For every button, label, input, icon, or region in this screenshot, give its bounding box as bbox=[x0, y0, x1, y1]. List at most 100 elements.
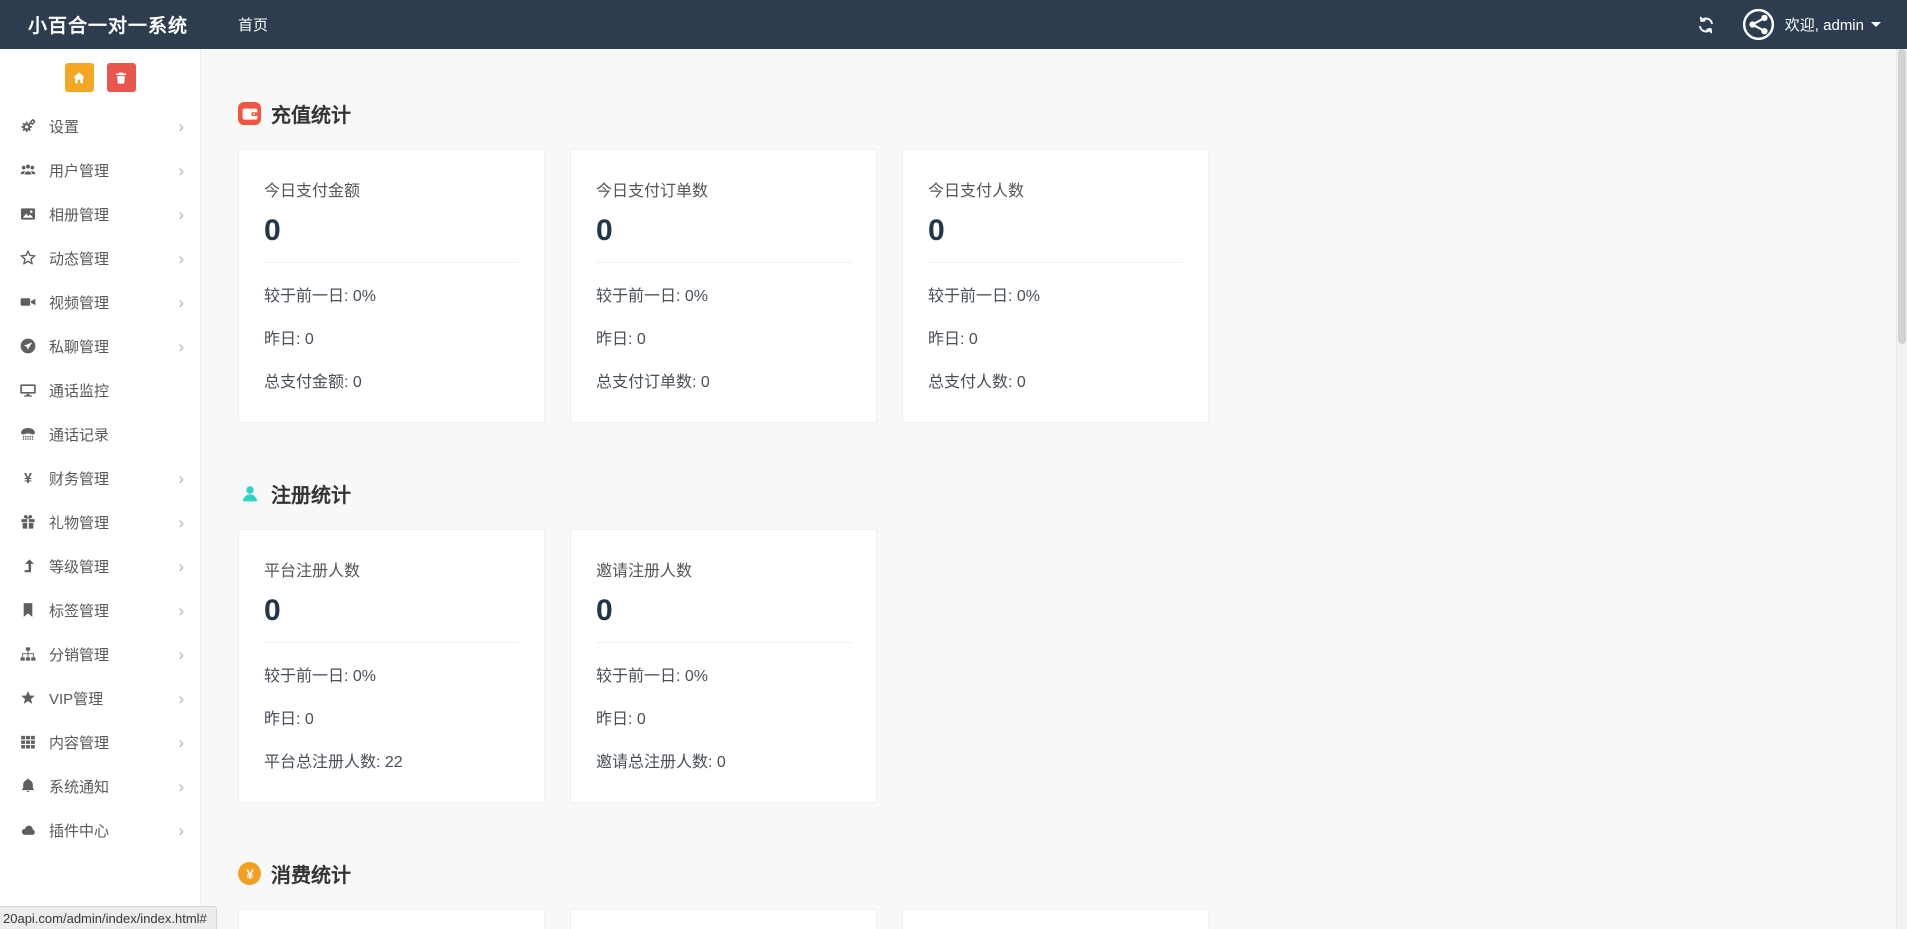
cloud-icon bbox=[19, 821, 37, 839]
stat-label: 今日支付订单数 bbox=[596, 183, 709, 200]
chevron-right-icon: › bbox=[178, 468, 184, 488]
topbar: 小百合一对一系统 首页 欢迎, admin bbox=[0, 0, 1907, 49]
stat-card: 今日支付订单数 0 较于前一日: 0% 昨日: 0 总支付订单数: 0 bbox=[570, 149, 877, 423]
divider bbox=[596, 262, 851, 263]
gift-icon bbox=[19, 513, 37, 531]
yen-icon bbox=[19, 469, 37, 487]
section-header: 充值统计 bbox=[238, 99, 1907, 128]
divider bbox=[264, 262, 519, 263]
chevron-right-icon: › bbox=[178, 600, 184, 620]
chevron-right-icon: › bbox=[178, 248, 184, 268]
sidebar-actions bbox=[0, 49, 200, 98]
users-icon bbox=[19, 161, 37, 179]
avatar[interactable] bbox=[1742, 8, 1775, 41]
refresh-icon[interactable] bbox=[1696, 15, 1716, 35]
stat-row: 邀请总注册人数: 0 bbox=[596, 754, 726, 771]
chevron-right-icon: › bbox=[178, 116, 184, 136]
sidebar-item-user-management[interactable]: 用户管理 › bbox=[0, 148, 200, 192]
stat-row: 平台总注册人数: 22 bbox=[264, 754, 403, 771]
section-title: 消费统计 bbox=[271, 865, 351, 887]
stat-row: 昨日: 0 bbox=[596, 331, 646, 348]
stat-card: 邀请注册人数 0 较于前一日: 0% 昨日: 0 邀请总注册人数: 0 bbox=[570, 529, 877, 803]
sidebar-item-gift-management[interactable]: 礼物管理 › bbox=[0, 500, 200, 544]
sidebar-item-label: 礼物管理 bbox=[49, 514, 110, 532]
stat-row: 昨日: 0 bbox=[928, 331, 978, 348]
stat-row: 总支付金额: 0 bbox=[264, 374, 362, 391]
sidebar-item-label: 财务管理 bbox=[49, 470, 110, 488]
send-icon bbox=[19, 337, 37, 355]
trash-icon bbox=[113, 70, 129, 86]
section-recharge-stats: 充值统计今日支付金额 0 较于前一日: 0% 昨日: 0 总支付金额: 0 今日支付订单数… bbox=[238, 99, 1907, 423]
welcome-text: 欢迎, admin bbox=[1784, 17, 1864, 34]
sidebar-item-finance-management[interactable]: 财务管理 › bbox=[0, 456, 200, 500]
image-icon bbox=[19, 205, 37, 223]
status-url: 20api.com/admin/index/index.html# bbox=[3, 911, 207, 926]
stat-row: 昨日: 0 bbox=[264, 711, 314, 728]
sidebar-item-label: 通话监控 bbox=[49, 382, 110, 400]
gears-icon bbox=[19, 117, 37, 135]
divider bbox=[264, 642, 519, 643]
home-button[interactable] bbox=[64, 63, 94, 92]
sidebar-item-label: 私聊管理 bbox=[49, 338, 110, 356]
sidebar-item-call-monitor[interactable]: 通话监控 bbox=[0, 368, 200, 412]
sidebar-item-label: 设置 bbox=[49, 118, 80, 136]
topbar-right: 欢迎, admin bbox=[1696, 8, 1907, 41]
bookmark-icon bbox=[19, 601, 37, 619]
sidebar-item-private-chat-management[interactable]: 私聊管理 › bbox=[0, 324, 200, 368]
stat-card: 今日支付人数 0 较于前一日: 0% 昨日: 0 总支付人数: 0 bbox=[902, 149, 1209, 423]
stat-card: 今日收益数0较于前一日: 0% bbox=[570, 909, 877, 929]
top-nav: 首页 bbox=[200, 14, 268, 35]
phone-icon bbox=[19, 425, 37, 443]
sidebar-item-label: 用户管理 bbox=[49, 162, 110, 180]
sidebar-item-distribution-management[interactable]: 分销管理 › bbox=[0, 632, 200, 676]
card-row: 今日支付金额 0 较于前一日: 0% 昨日: 0 总支付金额: 0 今日支付订单数 0 较于前… bbox=[238, 149, 1907, 423]
card-row: 今日消费数0较于前一日: 0% 今日收益数0较于前一日: 0% 今日提现数0较于前一… bbox=[238, 909, 1907, 929]
user-icon bbox=[238, 482, 261, 505]
sidebar-item-album-management[interactable]: 相册管理 › bbox=[0, 192, 200, 236]
section-title: 注册统计 bbox=[271, 485, 351, 507]
app-title[interactable]: 小百合一对一系统 bbox=[0, 11, 200, 38]
card-row: 平台注册人数 0 较于前一日: 0% 昨日: 0 平台总注册人数: 22 邀请注册人数 0 较… bbox=[238, 529, 1907, 803]
sidebar-item-label: 内容管理 bbox=[49, 734, 110, 752]
scrollbar-track[interactable] bbox=[1896, 49, 1907, 929]
clear-button[interactable] bbox=[106, 63, 136, 92]
stat-row: 较于前一日: 0% bbox=[596, 288, 709, 305]
section-header: 消费统计 bbox=[238, 859, 1907, 888]
divider bbox=[928, 262, 1183, 263]
scrollbar-thumb[interactable] bbox=[1898, 49, 1906, 344]
stat-card: 平台注册人数 0 较于前一日: 0% 昨日: 0 平台总注册人数: 22 bbox=[238, 529, 545, 803]
sidebar-item-settings[interactable]: 设置 › bbox=[0, 104, 200, 148]
sidebar-item-moments-management[interactable]: 动态管理 › bbox=[0, 236, 200, 280]
stat-label: 今日支付金额 bbox=[264, 183, 361, 200]
caret-down-icon bbox=[1871, 22, 1881, 27]
stat-label: 平台注册人数 bbox=[264, 563, 361, 580]
stat-value: 0 bbox=[264, 594, 281, 627]
sidebar-item-tag-management[interactable]: 标签管理 › bbox=[0, 588, 200, 632]
sidebar-item-vip-management[interactable]: VIP管理 › bbox=[0, 676, 200, 720]
level-up-icon bbox=[19, 557, 37, 575]
stat-row: 总支付订单数: 0 bbox=[596, 374, 710, 391]
sidebar-item-content-management[interactable]: 内容管理 › bbox=[0, 720, 200, 764]
sidebar-item-plugin-center[interactable]: 插件中心 › bbox=[0, 808, 200, 852]
sidebar-item-level-management[interactable]: 等级管理 › bbox=[0, 544, 200, 588]
sidebar-menu: 设置 › 用户管理 › 相册管理 › 动态管理 › 视频管理 › 私聊管理 › 通话监控 通话记录 财务管理… bbox=[0, 98, 200, 852]
section-header: 注册统计 bbox=[238, 479, 1907, 508]
divider bbox=[596, 642, 851, 643]
grid-icon bbox=[19, 733, 37, 751]
nav-home[interactable]: 首页 bbox=[200, 14, 268, 35]
stat-value: 0 bbox=[596, 214, 613, 247]
chevron-right-icon: › bbox=[178, 160, 184, 180]
sidebar-item-label: 视频管理 bbox=[49, 294, 110, 312]
section-title: 充值统计 bbox=[271, 105, 351, 127]
user-menu[interactable]: 欢迎, admin bbox=[1785, 14, 1881, 35]
sidebar-item-system-notice[interactable]: 系统通知 › bbox=[0, 764, 200, 808]
stat-row: 较于前一日: 0% bbox=[264, 668, 377, 685]
stat-row: 较于前一日: 0% bbox=[264, 288, 377, 305]
sidebar-item-video-management[interactable]: 视频管理 › bbox=[0, 280, 200, 324]
stat-label: 今日支付人数 bbox=[928, 183, 1025, 200]
chevron-right-icon: › bbox=[178, 204, 184, 224]
sidebar-item-call-records[interactable]: 通话记录 bbox=[0, 412, 200, 456]
sidebar-item-label: VIP管理 bbox=[49, 690, 104, 708]
stat-card: 今日提现数0较于前一日: 0% bbox=[902, 909, 1209, 929]
stat-row: 较于前一日: 0% bbox=[596, 668, 709, 685]
